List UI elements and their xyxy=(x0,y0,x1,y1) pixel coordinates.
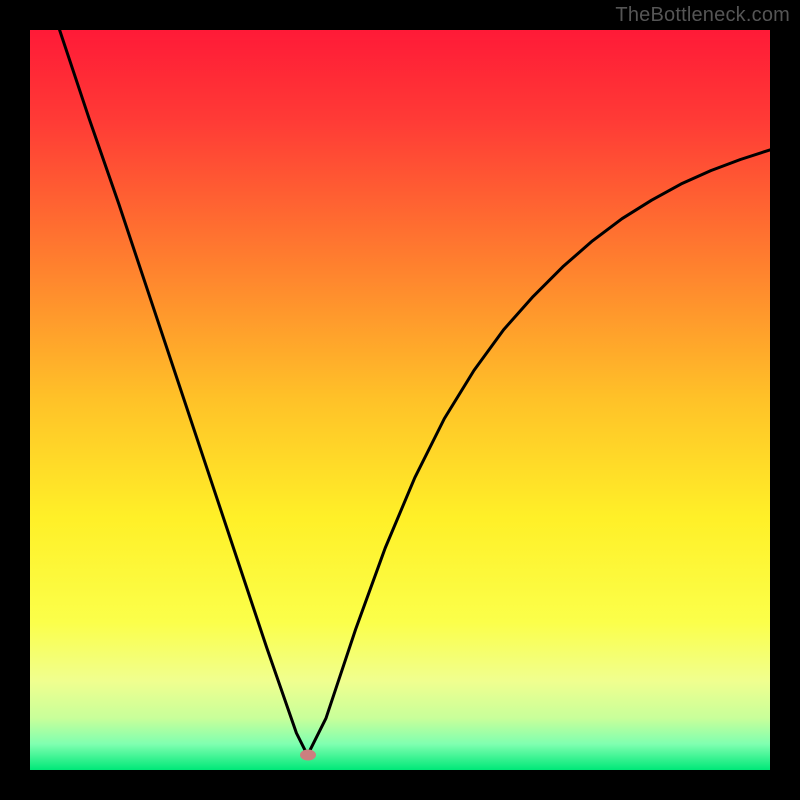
bottleneck-curve xyxy=(30,30,770,770)
watermark-text: TheBottleneck.com xyxy=(615,4,790,27)
minimum-marker xyxy=(300,750,316,761)
plot-area xyxy=(30,30,770,770)
chart-frame: TheBottleneck.com xyxy=(0,0,800,800)
